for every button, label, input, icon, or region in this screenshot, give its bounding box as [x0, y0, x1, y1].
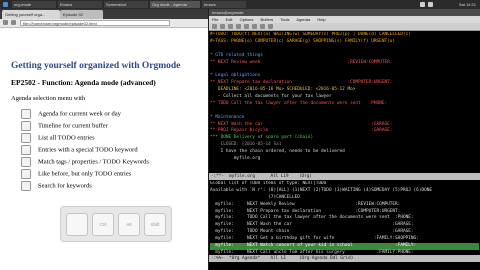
top-line[interactable]: I have the chain ordered, needs to be de… — [210, 149, 479, 156]
search-icon[interactable] — [268, 24, 273, 29]
browser-window: Getting yourself orga... Episode 02 file… — [0, 9, 208, 270]
address-bar[interactable]: file:///home/user/orgmode/episode02.html — [20, 20, 170, 26]
key-icon — [21, 181, 31, 191]
slide-hint: Agenda selection menu with — [11, 95, 86, 102]
menu-item: Entries with a special TODO keyword — [21, 145, 138, 155]
top-line[interactable]: DEADLINE: <2016-05-16 Mo> SCHEDULED: <20… — [210, 87, 479, 94]
top-line[interactable] — [210, 46, 479, 53]
task-tab-1[interactable]: org-mode — [12, 1, 56, 8]
alt-key: Alt — [118, 213, 140, 236]
slide-subtitle: EP2502 - Function: Agenda mode (advanced… — [11, 78, 156, 87]
menu-item: Match tags / properties / TODO Keywords — [21, 157, 149, 167]
menu-item: Agenda for current week or day — [21, 109, 121, 119]
menu-file[interactable]: File — [212, 17, 218, 22]
paste-icon[interactable] — [260, 24, 265, 29]
save-icon[interactable] — [228, 24, 233, 29]
key-icon — [21, 109, 31, 119]
cut-icon[interactable] — [244, 24, 249, 29]
clock: Sat 14:21 — [458, 2, 476, 7]
key-icon — [21, 157, 31, 167]
browser-tab-bar: Getting yourself orga... Episode 02 — [0, 9, 208, 19]
top-line[interactable]: myfile.org — [210, 156, 479, 163]
task-tab-5[interactable]: emacs — [202, 1, 246, 8]
key-icon — [21, 145, 31, 155]
menu-options[interactable]: Options — [240, 17, 254, 22]
back-icon[interactable] — [3, 20, 8, 25]
key-icon — [21, 169, 31, 179]
task-tab-3[interactable]: Screenshot — [104, 1, 148, 8]
bottom-line[interactable]: Global list of TODO items of type: NEXT|… — [210, 181, 479, 188]
top-line[interactable] — [210, 108, 479, 115]
top-line[interactable]: #+TAGS: PHONE(o) COMPUTER(c) GARAGE(g) S… — [210, 39, 479, 46]
menu-buffers[interactable]: Buffers — [261, 17, 274, 22]
menu-item: List all TODO entries — [21, 133, 95, 143]
menu-item: Like before, but only TODO entries — [21, 169, 131, 179]
bottom-line[interactable]: Available with `N r': (0)[ALL] (1)NEXT (… — [210, 188, 479, 195]
emacs-window: emacs@orgmode File Edit Options Buffers … — [209, 9, 480, 270]
bottom-line[interactable]: (7)CANCELLED — [210, 195, 479, 202]
top-line[interactable]: * GTD related things — [210, 53, 479, 60]
top-line[interactable]: ** NEXT Review week :REVIEW:COMPUTER: — [210, 60, 479, 67]
bottom-line[interactable]: myfile: NEXT Weekly Review :REVIEW:COMPU… — [210, 202, 479, 209]
minibuffer[interactable] — [209, 263, 480, 270]
top-line[interactable]: ** TODO Call the tax lawyer after the do… — [210, 101, 479, 108]
menu-agenda[interactable]: Agenda — [296, 17, 310, 22]
volume-icon[interactable] — [428, 2, 433, 7]
mode-line-bottom: -:%%- *Org Agenda* All L1 (Org-Agenda Dd… — [209, 255, 480, 262]
shift-key: Shift — [144, 213, 166, 236]
task-tab-2[interactable]: Emacs — [58, 1, 102, 8]
emacs-menubar: File Edit Options Buffers Tools Agenda H… — [209, 16, 480, 23]
org-file-buffer[interactable]: #+TODO: TODO(t) NEXT(n) WAITING(w) SOMED… — [209, 31, 480, 180]
copy-icon[interactable] — [252, 24, 257, 29]
open-icon[interactable] — [220, 24, 225, 29]
keystroke-overlay: Ctrl Alt Shift — [60, 206, 172, 242]
ctrl-key: Ctrl — [92, 213, 114, 236]
emacs-toolbar — [209, 23, 480, 31]
menu-item: Timeline for current buffer — [21, 121, 108, 131]
org-file-text[interactable]: #+TODO: TODO(t) NEXT(n) WAITING(w) SOMED… — [210, 32, 479, 163]
new-file-icon[interactable] — [212, 24, 217, 29]
mouse-icon — [66, 213, 88, 236]
task-tab-4[interactable]: Org mode - Agenda — [150, 1, 200, 8]
mode-line-top: -:**- myfile.org All L19 (Org) — [209, 173, 480, 180]
menu-tools[interactable]: Tools — [280, 17, 289, 22]
agenda-text[interactable]: Global list of TODO items of type: NEXT|… — [210, 181, 479, 257]
menu-edit[interactable]: Edit — [226, 17, 233, 22]
network-icon[interactable] — [420, 2, 425, 7]
agenda-buffer[interactable]: Global list of TODO items of type: NEXT|… — [209, 180, 480, 260]
top-line[interactable]: - Collect all documents for your tax law… — [210, 94, 479, 101]
bottom-line[interactable]: myfile: NEXT Get a birthday gift for wif… — [210, 236, 479, 243]
emacs-titlebar: emacs@orgmode — [209, 9, 480, 16]
browser-tab-1[interactable]: Getting yourself orga... — [2, 10, 60, 19]
slide-content: Getting yourself organized with Orgmode … — [0, 28, 208, 270]
menu-icon[interactable] — [3, 2, 8, 7]
menu-help[interactable]: Help — [317, 17, 325, 22]
browser-toolbar: file:///home/user/orgmode/episode02.html — [0, 19, 208, 28]
key-icon — [21, 133, 31, 143]
top-line[interactable]: #+TODO: TODO(t) NEXT(n) WAITING(w) SOMED… — [210, 32, 479, 39]
bottom-line[interactable]: myfile: NEXT Watch concert of your kid i… — [210, 243, 479, 250]
menu-item: Search for keywords — [21, 181, 92, 191]
top-line[interactable]: * Maintenance — [210, 115, 479, 122]
key-icon — [21, 121, 31, 131]
browser-tab-2[interactable]: Episode 02 — [60, 10, 103, 19]
forward-icon[interactable] — [11, 20, 16, 25]
undo-icon[interactable] — [236, 24, 241, 29]
slide-title: Getting yourself organized with Orgmode — [11, 61, 181, 71]
